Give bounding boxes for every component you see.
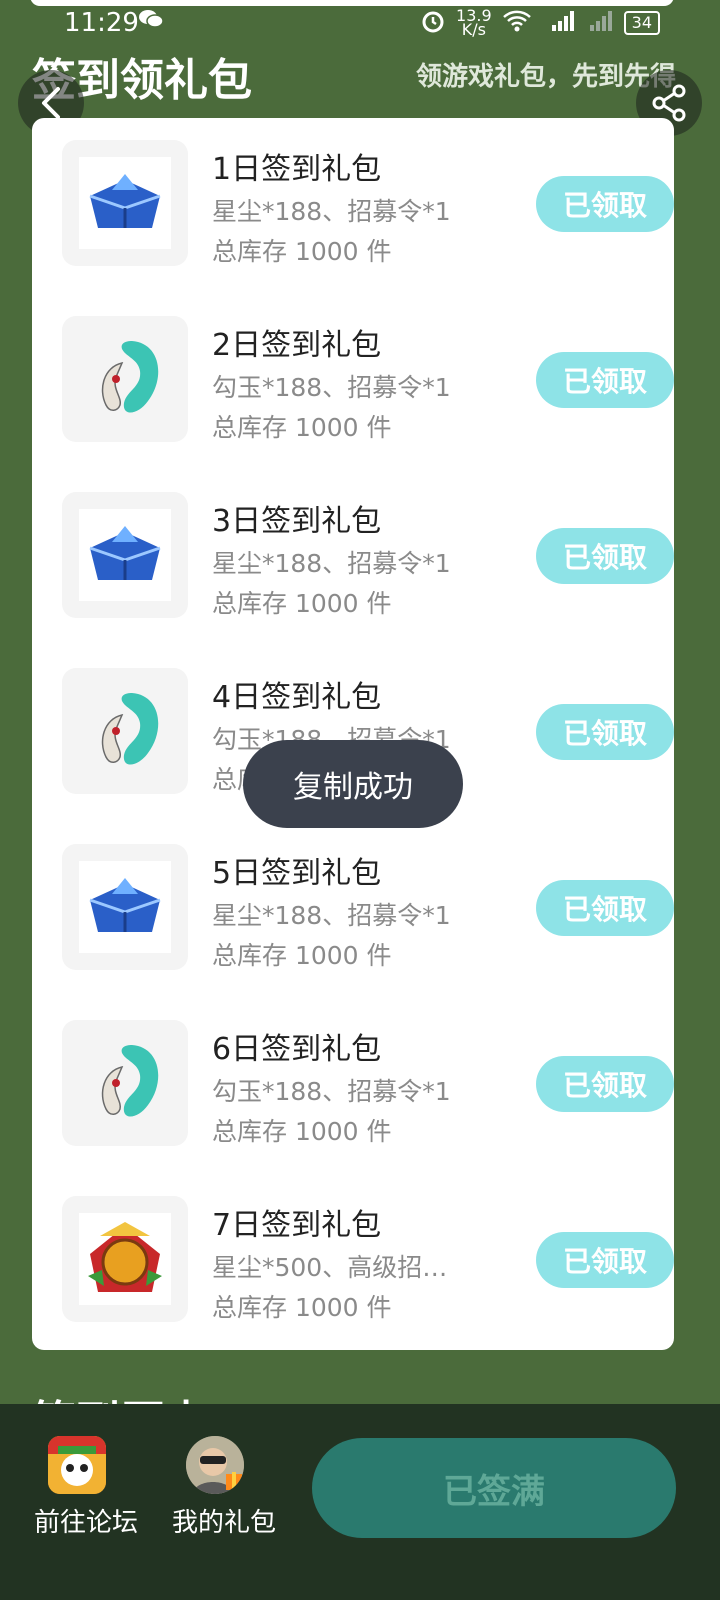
blue-chest-icon: [89, 878, 161, 932]
gift-title: 5日签到礼包: [212, 856, 382, 891]
signed-full-button[interactable]: 已签满: [312, 1438, 676, 1538]
gift-stock: 总库存 1000 件: [212, 237, 392, 266]
gift-thumbnail: [62, 844, 188, 970]
alarm-icon: [420, 8, 446, 38]
gift-stock: 总库存 1000 件: [212, 1293, 392, 1322]
gift-description: 星尘*188、招募令*1: [212, 549, 451, 578]
gift-description: 勾玉*188、招募令*1: [212, 373, 451, 402]
gift-list-card: 1日签到礼包 星尘*188、招募令*1 总库存 1000 件 已领取 2日签到礼…: [32, 118, 674, 1350]
gift-description: 星尘*188、招募令*1: [212, 197, 451, 226]
gift-thumbnail: [62, 1196, 188, 1322]
gift-stock: 总库存 1000 件: [212, 589, 392, 618]
status-time: 11:29: [64, 8, 139, 38]
claimed-button[interactable]: 已领取: [536, 1056, 674, 1112]
gift-title: 6日签到礼包: [212, 1032, 382, 1067]
gift-description: 星尘*188、招募令*1: [212, 901, 451, 930]
blue-chest-icon: [89, 174, 161, 228]
network-speed: 13.9 K/s: [456, 8, 492, 39]
claimed-button[interactable]: 已领取: [536, 704, 674, 760]
toast-message: 复制成功: [243, 740, 463, 828]
wechat-icon: [138, 8, 164, 36]
gift-row: 2日签到礼包 勾玉*188、招募令*1 总库存 1000 件 已领取: [62, 316, 674, 446]
blue-chest-icon: [89, 526, 161, 580]
gift-thumbnail: [62, 140, 188, 266]
user-avatar-icon: [186, 1436, 244, 1494]
signal-5g-icon: [542, 9, 576, 37]
gift-row: 7日签到礼包 星尘*500、高级招… 总库存 1000 件 已领取: [62, 1196, 674, 1326]
signal-icon: [586, 9, 614, 37]
gift-title: 1日签到礼包: [212, 152, 382, 187]
gift-stock: 总库存 1000 件: [212, 941, 392, 970]
bottom-bar: 前往论坛 我的礼包 已签满: [0, 1404, 720, 1600]
my-gifts-label: 我的礼包: [171, 1508, 276, 1538]
gift-row: 5日签到礼包 星尘*188、招募令*1 总库存 1000 件 已领取: [62, 844, 674, 974]
gift-description: 星尘*500、高级招…: [212, 1253, 448, 1282]
chevron-left-icon: [42, 87, 60, 119]
claimed-button[interactable]: 已领取: [536, 176, 674, 232]
game-avatar-icon: [48, 1436, 106, 1494]
gift-row: 1日签到礼包 星尘*188、招募令*1 总库存 1000 件 已领取: [62, 140, 674, 270]
battery-indicator: 34: [623, 11, 660, 35]
claimed-button[interactable]: 已领取: [536, 352, 674, 408]
jade-magatama-icon: [101, 341, 159, 413]
gift-thumbnail: [62, 668, 188, 794]
gift-thumbnail: [62, 492, 188, 618]
speed-unit: K/s: [461, 20, 486, 39]
jade-magatama-icon: [101, 693, 159, 765]
gift-row: 6日签到礼包 勾玉*188、招募令*1 总库存 1000 件 已领取: [62, 1020, 674, 1150]
gift-title: 4日签到礼包: [212, 680, 382, 715]
my-gifts-nav-button[interactable]: 我的礼包: [164, 1432, 284, 1542]
wifi-icon: [502, 9, 532, 37]
gift-stock: 总库存 1000 件: [212, 413, 392, 442]
status-icons: 13.9 K/s 34: [420, 8, 660, 38]
status-bar: 11:29 13.9 K/s 34: [0, 0, 720, 48]
recruit-token-icon: [88, 1222, 162, 1292]
gift-stock: 总库存 1000 件: [212, 1117, 392, 1146]
claimed-button[interactable]: 已领取: [536, 1232, 674, 1288]
page-subtitle: 领游戏礼包，先到先得: [415, 62, 676, 92]
gift-thumbnail: [62, 1020, 188, 1146]
forum-label: 前往论坛: [33, 1508, 138, 1538]
claimed-button[interactable]: 已领取: [536, 528, 674, 584]
gift-title: 3日签到礼包: [212, 504, 382, 539]
share-icon: [652, 84, 686, 122]
gift-description: 勾玉*188、招募令*1: [212, 1077, 451, 1106]
jade-magatama-icon: [101, 1045, 159, 1117]
gift-row: 3日签到礼包 星尘*188、招募令*1 总库存 1000 件 已领取: [62, 492, 674, 622]
gift-thumbnail: [62, 316, 188, 442]
gift-title: 2日签到礼包: [212, 328, 382, 363]
forum-nav-button[interactable]: 前往论坛: [26, 1432, 146, 1542]
claimed-button[interactable]: 已领取: [536, 880, 674, 936]
gift-title: 7日签到礼包: [212, 1208, 382, 1243]
